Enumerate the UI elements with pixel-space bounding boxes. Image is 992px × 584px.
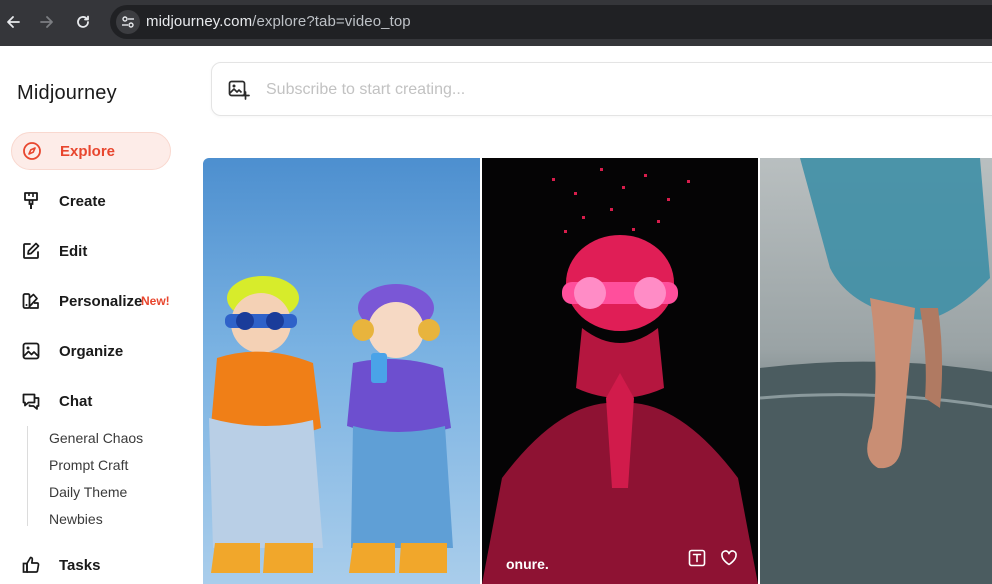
- sidebar-item-organize[interactable]: Organize: [11, 332, 171, 370]
- compass-icon: [22, 141, 42, 161]
- prompt-bar[interactable]: [211, 62, 992, 116]
- reload-icon: [77, 15, 89, 28]
- arrow-right-icon: [40, 16, 53, 28]
- sidebar-item-edit[interactable]: Edit: [11, 232, 171, 270]
- forward-button[interactable]: [34, 9, 60, 35]
- arrow-left-icon: [7, 16, 20, 28]
- brand-title[interactable]: Midjourney: [17, 82, 117, 105]
- gallery-tile[interactable]: onure.: [482, 158, 758, 584]
- sidebar: Midjourney Explore Create Edit Personali…: [0, 46, 192, 584]
- sidebar-item-create[interactable]: Create: [11, 182, 171, 220]
- reload-button[interactable]: [70, 9, 96, 35]
- browser-toolbar: midjourney.com/explore?tab=video_top: [0, 0, 992, 46]
- sidebar-item-label: Explore: [60, 142, 116, 160]
- sidebar-item-label: Edit: [59, 242, 88, 260]
- sidebar-item-tasks[interactable]: Tasks: [11, 546, 171, 584]
- prompt-input[interactable]: [266, 77, 866, 103]
- chat-channel-item[interactable]: Prompt Craft: [49, 457, 128, 473]
- sidebar-item-label: Create: [59, 192, 106, 210]
- text-prompt-icon[interactable]: [688, 549, 706, 572]
- chat-channel-item[interactable]: General Chaos: [49, 430, 143, 446]
- url-text[interactable]: midjourney.com/explore?tab=video_top: [146, 13, 411, 30]
- gallery-tile[interactable]: [760, 158, 992, 584]
- chat-channel-item[interactable]: Daily Theme: [49, 484, 127, 500]
- tile-actions: [688, 549, 738, 572]
- new-badge: New!: [141, 294, 170, 308]
- image-add-icon[interactable]: [228, 79, 250, 101]
- sidebar-item-label: Tasks: [59, 556, 101, 574]
- address-bar[interactable]: midjourney.com/explore?tab=video_top: [110, 5, 992, 39]
- tune-icon: [122, 16, 134, 28]
- tile-artwork-beach: [760, 158, 992, 584]
- sidebar-item-label: Organize: [59, 342, 124, 360]
- back-button[interactable]: [0, 9, 26, 35]
- tile-caption: onure.: [506, 556, 549, 572]
- edit-icon: [21, 241, 41, 261]
- image-icon: [21, 341, 41, 361]
- sidebar-item-chat[interactable]: Chat: [11, 382, 171, 420]
- sidebar-item-personalize[interactable]: Personalize New!: [11, 282, 171, 320]
- chat-icon: [21, 391, 41, 411]
- chat-tree-line: [27, 426, 28, 526]
- tile-artwork-portrait: [482, 168, 758, 584]
- url-domain: midjourney.com: [146, 13, 253, 30]
- sidebar-item-explore[interactable]: Explore: [11, 132, 171, 170]
- thumbs-up-icon: [21, 555, 41, 575]
- heart-icon[interactable]: [720, 549, 738, 572]
- sidebar-item-label: Chat: [59, 392, 93, 410]
- chat-channel-item[interactable]: Newbies: [49, 511, 103, 527]
- gallery-tile[interactable]: [203, 158, 480, 584]
- sidebar-item-label: Personalize: [59, 292, 143, 310]
- palette-icon: [21, 291, 41, 311]
- brush-icon: [21, 191, 41, 211]
- url-path: /explore?tab=video_top: [252, 13, 411, 30]
- tile-artwork-characters: [209, 276, 453, 573]
- site-settings-button[interactable]: [116, 10, 140, 34]
